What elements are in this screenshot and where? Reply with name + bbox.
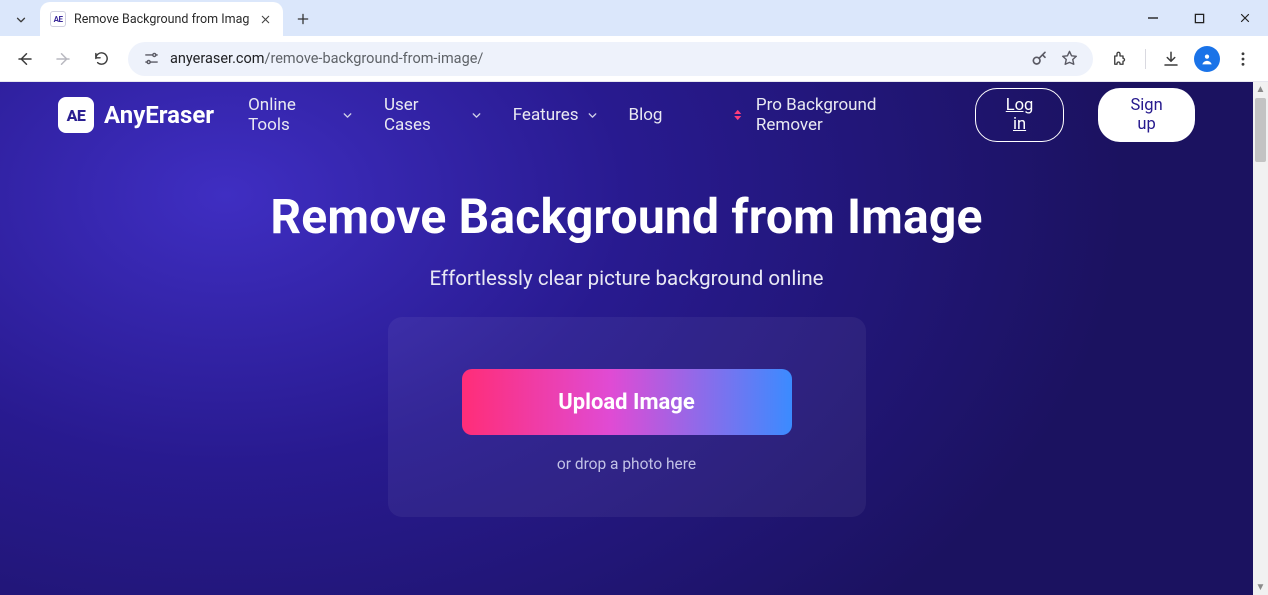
browser-tab-active[interactable]: AE Remove Background from Imag bbox=[40, 2, 283, 36]
chevron-down-icon bbox=[14, 13, 28, 27]
tab-title: Remove Background from Imag bbox=[74, 12, 249, 27]
nav-pro-background-remover[interactable]: Pro Background Remover bbox=[730, 95, 940, 135]
page-title: Remove Background from Image bbox=[0, 188, 1253, 245]
plus-icon bbox=[296, 12, 310, 26]
bookmark-button[interactable] bbox=[1060, 49, 1079, 68]
password-key-button[interactable] bbox=[1030, 49, 1050, 69]
tune-icon bbox=[143, 50, 160, 67]
close-icon bbox=[260, 14, 271, 25]
key-icon bbox=[1030, 49, 1050, 69]
upload-image-button[interactable]: Upload Image bbox=[462, 369, 792, 435]
login-button[interactable]: Log in bbox=[975, 88, 1064, 142]
extensions-button[interactable] bbox=[1103, 42, 1137, 76]
tab-search-button[interactable] bbox=[6, 6, 36, 34]
site-settings-button[interactable] bbox=[142, 50, 160, 68]
downloads-button[interactable] bbox=[1154, 42, 1188, 76]
maximize-icon bbox=[1194, 13, 1205, 24]
scrollbar-track[interactable]: ▲ ▼ bbox=[1253, 82, 1268, 595]
separator bbox=[1145, 49, 1146, 69]
nav-label: Pro Background Remover bbox=[756, 95, 941, 135]
reload-icon bbox=[93, 50, 110, 67]
page-subtitle: Effortlessly clear picture background on… bbox=[0, 267, 1253, 291]
download-app-icon bbox=[730, 107, 745, 123]
nav-label: Features bbox=[513, 105, 579, 125]
close-icon bbox=[1239, 12, 1251, 24]
avatar-icon bbox=[1194, 46, 1220, 72]
nav-user-cases[interactable]: User Cases bbox=[384, 95, 483, 135]
nav-blog[interactable]: Blog bbox=[629, 105, 663, 125]
minimize-icon bbox=[1147, 12, 1159, 24]
arrow-right-icon bbox=[54, 50, 72, 68]
nav-online-tools[interactable]: Online Tools bbox=[248, 95, 354, 135]
arrow-left-icon bbox=[16, 50, 34, 68]
kebab-icon bbox=[1234, 50, 1252, 68]
download-icon bbox=[1162, 50, 1180, 68]
url-path: /remove-background-from-image/ bbox=[264, 50, 483, 67]
window-maximize-button[interactable] bbox=[1176, 0, 1222, 36]
address-bar[interactable]: anyeraser.com/remove-background-from-ima… bbox=[128, 42, 1093, 76]
nav-forward-button[interactable] bbox=[46, 42, 80, 76]
profile-button[interactable] bbox=[1190, 42, 1224, 76]
scroll-up-button[interactable]: ▲ bbox=[1253, 82, 1268, 97]
window-close-button[interactable] bbox=[1222, 0, 1268, 36]
window-controls bbox=[1130, 0, 1268, 36]
drop-hint: or drop a photo here bbox=[557, 455, 696, 473]
main-nav: Online Tools User Cases Features Blog bbox=[248, 95, 662, 135]
nav-label: User Cases bbox=[384, 95, 463, 135]
brand-logo-icon: AE bbox=[58, 97, 94, 133]
scrollbar-thumb[interactable] bbox=[1255, 98, 1266, 162]
brand-name: AnyEraser bbox=[104, 101, 214, 129]
hero-section: Remove Background from Image Effortlessl… bbox=[0, 148, 1253, 517]
chevron-down-icon bbox=[470, 109, 483, 122]
upload-dropzone[interactable]: Upload Image or drop a photo here bbox=[388, 317, 866, 517]
favicon-icon: AE bbox=[50, 11, 66, 27]
nav-label: Online Tools bbox=[248, 95, 334, 135]
tab-close-button[interactable] bbox=[257, 11, 273, 27]
window-minimize-button[interactable] bbox=[1130, 0, 1176, 36]
url-text: anyeraser.com/remove-background-from-ima… bbox=[170, 50, 1020, 67]
nav-back-button[interactable] bbox=[8, 42, 42, 76]
chevron-down-icon bbox=[341, 109, 354, 122]
url-host: anyeraser.com bbox=[170, 50, 264, 67]
nav-reload-button[interactable] bbox=[84, 42, 118, 76]
scroll-down-button[interactable]: ▼ bbox=[1253, 580, 1268, 595]
star-icon bbox=[1060, 49, 1079, 68]
nav-label: Blog bbox=[629, 105, 663, 125]
brand-link[interactable]: AE AnyEraser bbox=[58, 97, 214, 133]
signup-button[interactable]: Sign up bbox=[1098, 88, 1195, 142]
site-header: AE AnyEraser Online Tools User Cases Fea… bbox=[0, 82, 1253, 148]
page-viewport: AE AnyEraser Online Tools User Cases Fea… bbox=[0, 82, 1268, 595]
new-tab-button[interactable] bbox=[289, 5, 317, 33]
chrome-menu-button[interactable] bbox=[1226, 42, 1260, 76]
puzzle-icon bbox=[1111, 50, 1129, 68]
browser-titlebar: AE Remove Background from Imag bbox=[0, 0, 1268, 36]
nav-features[interactable]: Features bbox=[513, 105, 599, 125]
chevron-down-icon bbox=[586, 109, 599, 122]
page-body: AE AnyEraser Online Tools User Cases Fea… bbox=[0, 82, 1253, 595]
browser-toolbar: anyeraser.com/remove-background-from-ima… bbox=[0, 36, 1268, 82]
